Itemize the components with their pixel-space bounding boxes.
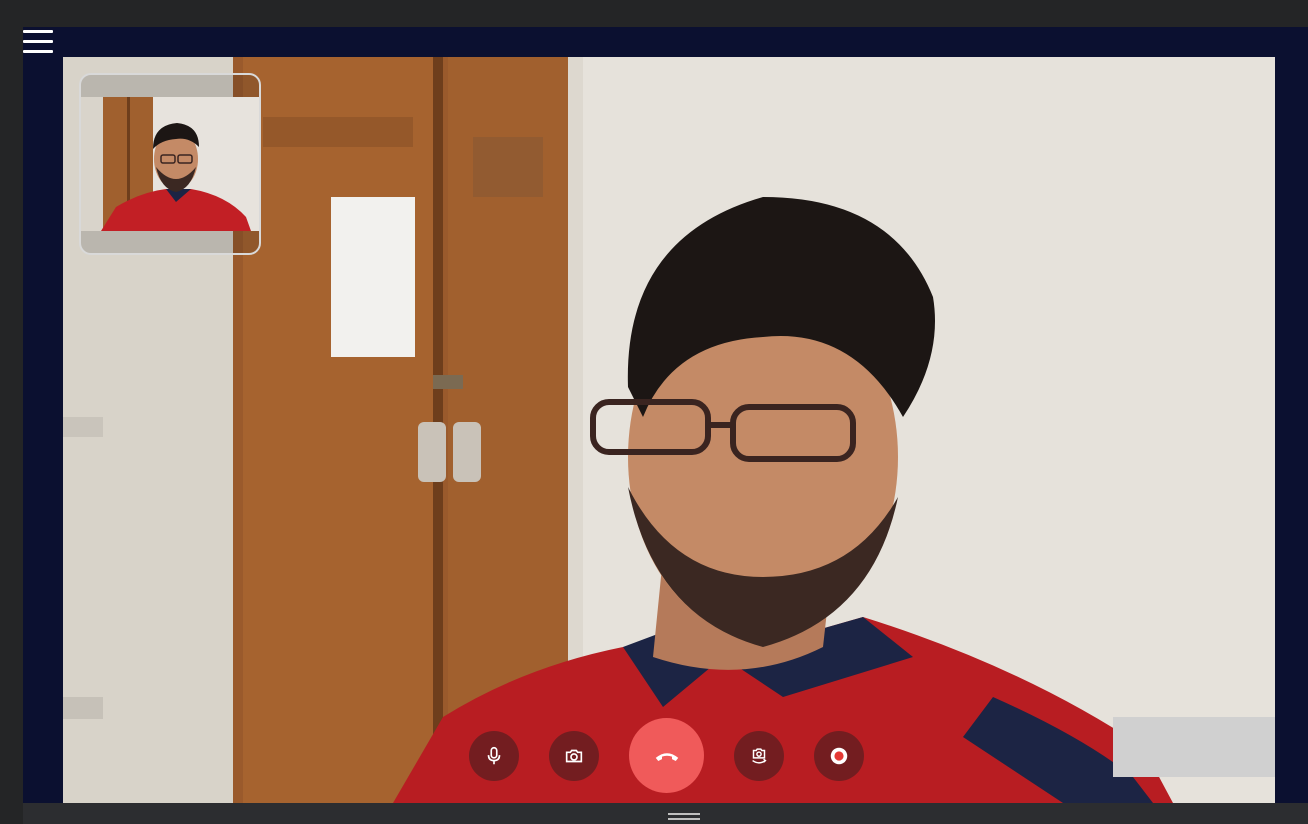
menu-button[interactable] (22, 28, 54, 56)
microphone-button[interactable] (469, 731, 519, 781)
drag-handle-line (668, 818, 700, 820)
window-top-bar (0, 0, 1308, 27)
camera-button[interactable] (549, 731, 599, 781)
self-view-preview[interactable] (79, 73, 261, 255)
hamburger-menu-line (23, 50, 53, 53)
record-button[interactable] (814, 731, 864, 781)
hamburger-menu-line (23, 40, 53, 43)
switch-camera-button[interactable] (734, 731, 784, 781)
phone-hangup-icon (655, 752, 678, 761)
drag-handle-icon[interactable] (668, 812, 700, 822)
record-icon (830, 747, 848, 765)
camera-icon (565, 749, 583, 763)
microphone-icon (487, 746, 501, 765)
bottom-bar (23, 803, 1308, 824)
hamburger-menu-icon (23, 30, 53, 33)
switch-camera-icon (752, 748, 767, 764)
end-call-button[interactable] (629, 718, 704, 793)
self-view-video (81, 97, 259, 231)
drag-handle-line (668, 813, 700, 815)
